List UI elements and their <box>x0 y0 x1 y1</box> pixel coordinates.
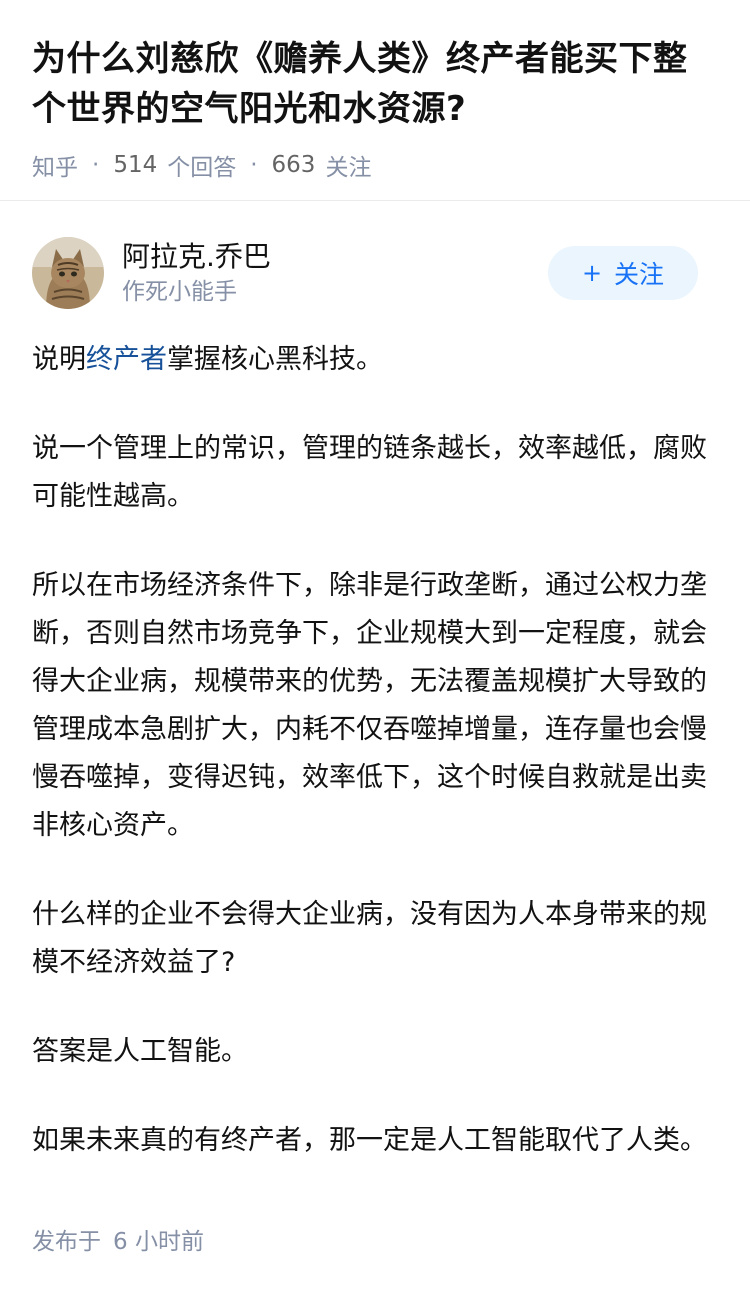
follow-button[interactable]: + 关注 <box>548 246 698 300</box>
author-info: 阿拉克.乔巴 作死小能手 <box>122 238 548 308</box>
answer-paragraph: 什么样的企业不会得大企业病，没有因为人本身带来的规模不经济效益了? <box>32 899 707 978</box>
answer-paragraph: 所以在市场经济条件下，除非是行政垄断，通过公权力垄断，否则自然市场竞争下，企业规… <box>32 570 707 841</box>
followers-count: 663 <box>271 152 316 178</box>
divider <box>0 200 750 201</box>
published-label: 发布于 <box>32 1229 101 1255</box>
separator-dot: · <box>92 152 100 178</box>
separator-dot: · <box>250 152 258 178</box>
answer-paragraph: 说明终产者掌握核心黑科技。 <box>32 336 710 384</box>
plus-icon: + <box>581 259 603 287</box>
published-time: 6 小时前 <box>113 1229 204 1255</box>
followers-label[interactable]: 关注 <box>325 148 371 182</box>
answer-paragraph: 说一个管理上的常识，管理的链条越长，效率越低，腐败可能性越高。 <box>32 433 707 512</box>
answer-content: 说明终产者掌握核心黑科技。 说一个管理上的常识，管理的链条越长，效率越低，腐败可… <box>32 336 710 1206</box>
answer-paragraph: 答案是人工智能。 <box>32 1036 248 1067</box>
author-bio: 作死小能手 <box>122 279 237 305</box>
keyword-link[interactable]: 终产者 <box>86 344 167 375</box>
follow-label: 关注 <box>614 260 665 289</box>
answers-label[interactable]: 个回答 <box>167 148 236 182</box>
publish-info: 发布于 6 小时前 <box>32 1222 204 1256</box>
avatar[interactable] <box>32 237 104 309</box>
answer-text: 掌握核心黑科技。 <box>167 344 383 375</box>
author-card: 阿拉克.乔巴 作死小能手 + 关注 <box>32 236 698 310</box>
author-name[interactable]: 阿拉克.乔巴 <box>122 238 548 276</box>
answer-text: 说明 <box>32 344 86 375</box>
answers-count: 514 <box>113 152 158 178</box>
answer-paragraph: 如果未来真的有终产者，那一定是人工智能取代了人类。 <box>32 1125 707 1156</box>
cat-avatar-icon <box>32 237 104 309</box>
question-header: 为什么刘慈欣《赡养人类》终产者能买下整个世界的空气阳光和水资源? 知乎 · 51… <box>0 0 750 182</box>
question-title[interactable]: 为什么刘慈欣《赡养人类》终产者能买下整个世界的空气阳光和水资源? <box>32 34 720 134</box>
question-meta: 知乎 · 514 个回答 · 663 关注 <box>32 148 720 182</box>
source-label[interactable]: 知乎 <box>32 148 78 182</box>
